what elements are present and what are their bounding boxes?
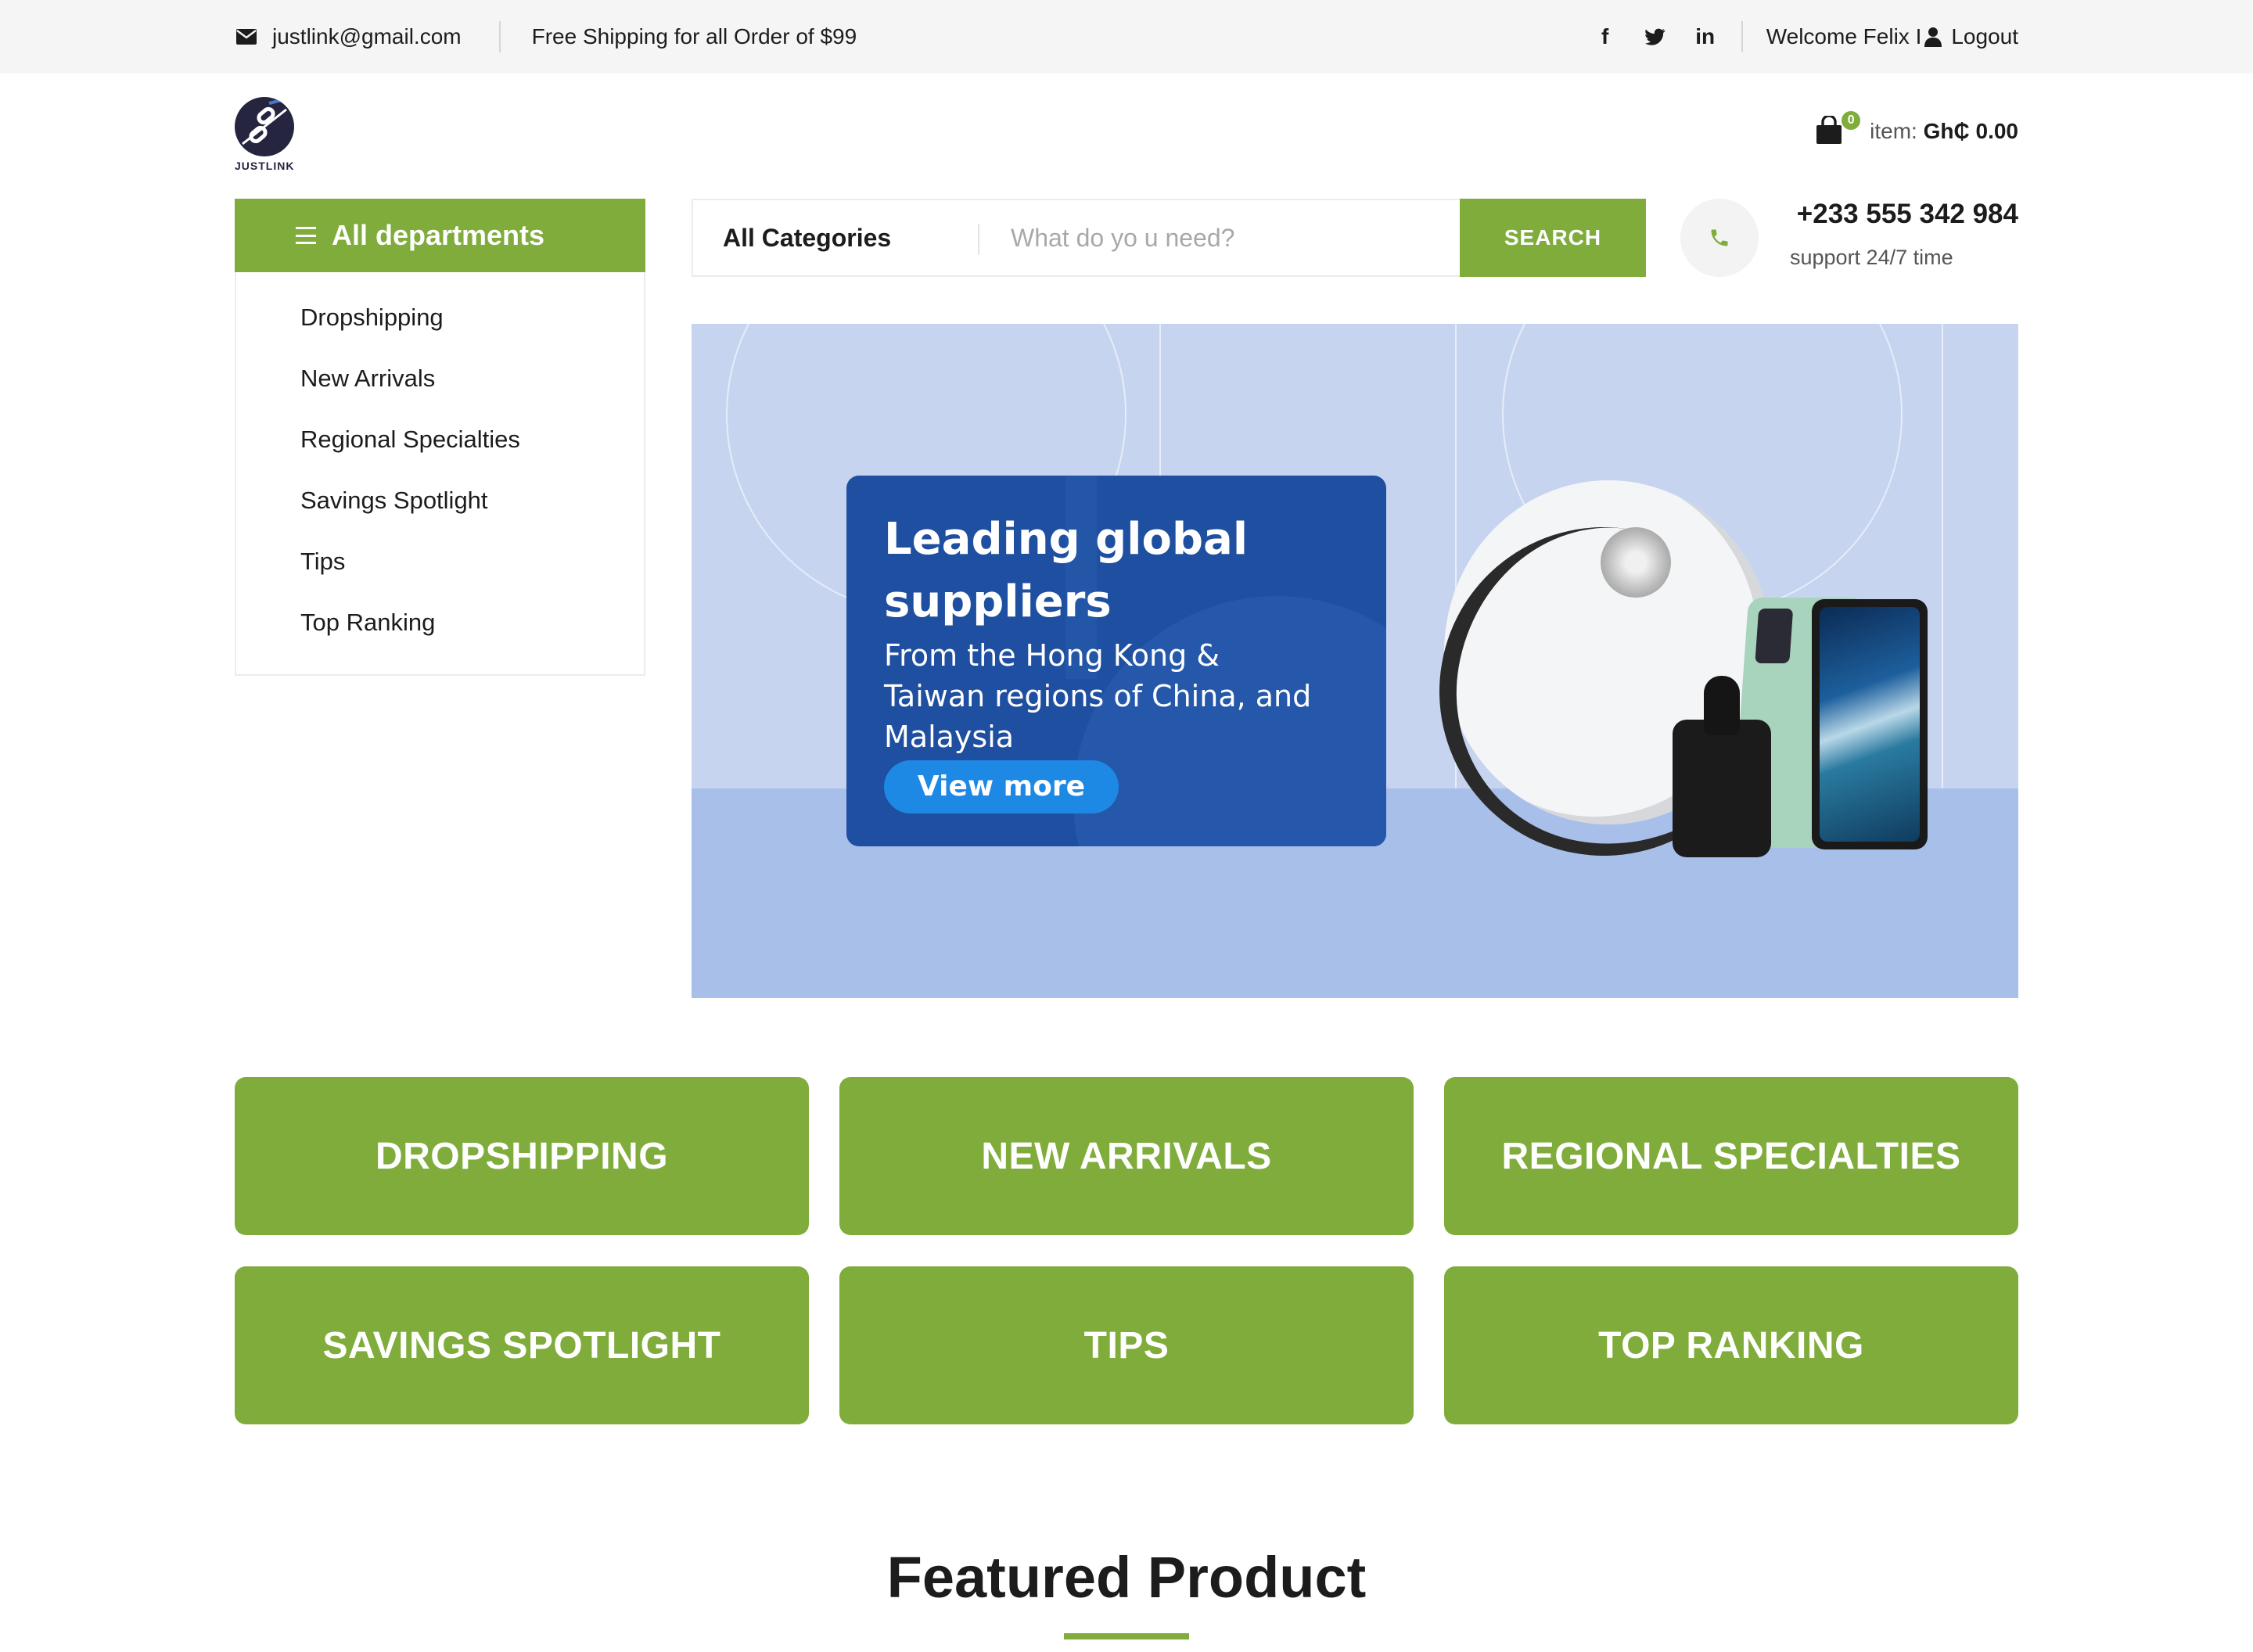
divider xyxy=(1741,21,1743,52)
hero-subtitle-line: Malaysia xyxy=(884,720,1015,754)
cart-count-badge: 0 xyxy=(1842,111,1861,130)
view-more-button[interactable]: View more xyxy=(884,760,1119,813)
earbuds-image xyxy=(1673,676,1771,857)
banner-decoration xyxy=(1942,324,1943,788)
cart-total: Gh₵ 0.00 xyxy=(1923,119,2018,143)
search-bar: All Categories SEARCH xyxy=(692,199,1646,277)
hero-subtitle-line: Taiwan regions of China, and xyxy=(884,679,1312,713)
facebook-icon[interactable]: f xyxy=(1594,24,1616,48)
site-logo[interactable]: JUSTLINK xyxy=(235,97,297,172)
tile-tips[interactable]: TIPS xyxy=(839,1266,1414,1424)
department-item-dropshipping[interactable]: Dropshipping xyxy=(300,297,644,358)
tile-savings-spotlight[interactable]: SAVINGS SPOTLIGHT xyxy=(235,1266,809,1424)
divider xyxy=(498,21,501,52)
email-link[interactable]: justlink@gmail.com xyxy=(235,24,462,49)
contact-info: +233 555 342 984 support 24/7 time xyxy=(1680,199,2018,277)
departments-title: All departments xyxy=(332,219,545,251)
smartphone-front-image xyxy=(1812,599,1928,849)
hero-title: Leading global suppliers xyxy=(884,508,1386,634)
department-item-regional-specialties[interactable]: Regional Specialties xyxy=(300,419,644,480)
hero-subtitle: From the Hong Kong & Taiwan regions of C… xyxy=(884,635,1386,757)
logo-text: JUSTLINK xyxy=(235,160,295,172)
logout-link[interactable]: Logout xyxy=(1951,24,2018,49)
welcome-text: Welcome Felix I xyxy=(1766,24,1922,48)
tile-dropshipping[interactable]: DROPSHIPPING xyxy=(235,1077,809,1235)
hero-title-line: suppliers xyxy=(884,576,1112,627)
twitter-icon[interactable] xyxy=(1644,26,1666,48)
departments-list: Dropshipping New Arrivals Regional Speci… xyxy=(235,272,645,676)
logo-mark xyxy=(235,97,294,156)
search-input[interactable] xyxy=(979,200,1460,275)
hero-subtitle-line: From the Hong Kong & xyxy=(884,638,1220,673)
department-item-tips[interactable]: Tips xyxy=(300,541,644,602)
hero-promo-card: Leading global suppliers From the Hong K… xyxy=(846,476,1386,846)
tile-regional-specialties[interactable]: REGIONAL SPECIALTIES xyxy=(1444,1077,2018,1235)
shopping-bag-icon[interactable]: 0 xyxy=(1815,111,1861,147)
category-select[interactable]: All Categories xyxy=(693,200,979,275)
phone-number: +233 555 342 984 xyxy=(1796,199,2018,229)
hero-banner[interactable]: Leading global suppliers From the Hong K… xyxy=(692,324,2018,998)
shipping-notice: Free Shipping for all Order of $99 xyxy=(531,24,857,48)
phone-icon xyxy=(1680,199,1759,277)
department-item-new-arrivals[interactable]: New Arrivals xyxy=(300,358,644,419)
all-departments-toggle[interactable]: All departments xyxy=(235,199,645,272)
department-item-savings-spotlight[interactable]: Savings Spotlight xyxy=(300,480,644,541)
department-item-top-ranking[interactable]: Top Ranking xyxy=(300,602,644,663)
hero-title-line: Leading global xyxy=(884,514,1249,565)
linkedin-icon[interactable]: in xyxy=(1694,24,1716,48)
tile-top-ranking[interactable]: TOP RANKING xyxy=(1444,1266,2018,1424)
tile-new-arrivals[interactable]: NEW ARRIVALS xyxy=(839,1077,1414,1235)
featured-heading: Featured Product xyxy=(886,1545,1367,1610)
menu-icon xyxy=(296,227,316,244)
support-hours: support 24/7 time xyxy=(1790,246,1953,269)
user-icon xyxy=(1924,27,1942,47)
cart-summary[interactable]: 0 item: Gh₵ 0.00 xyxy=(1815,110,2018,153)
email-text: justlink@gmail.com xyxy=(272,24,462,48)
top-bar: justlink@gmail.com Free Shipping for all… xyxy=(0,0,2253,74)
heading-underline xyxy=(1064,1633,1189,1639)
envelope-icon xyxy=(235,25,258,48)
cart-label: item: xyxy=(1870,119,1917,143)
search-button[interactable]: SEARCH xyxy=(1460,199,1646,277)
